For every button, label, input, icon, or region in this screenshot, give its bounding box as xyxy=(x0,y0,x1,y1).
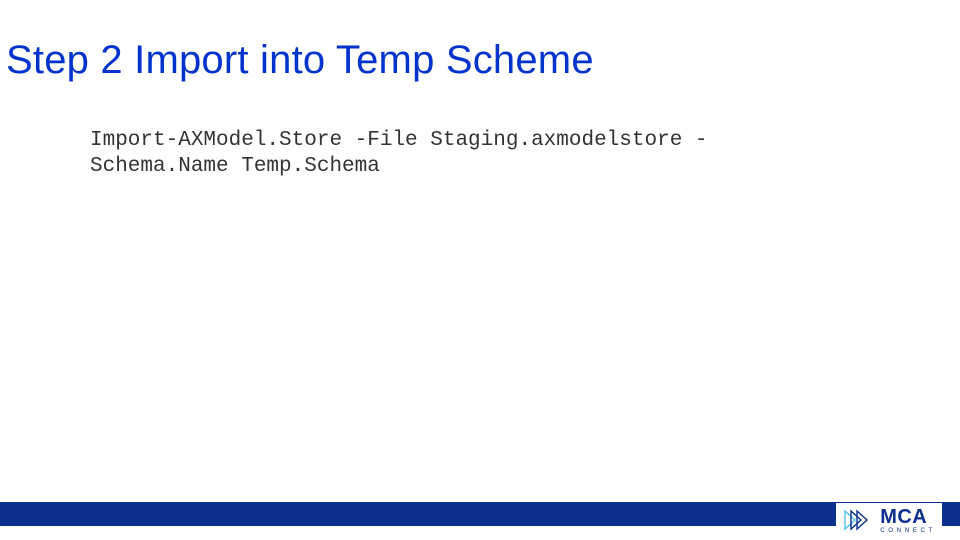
brand-logo: MCA CONNECT xyxy=(836,503,942,536)
brand-text: MCA CONNECT xyxy=(880,507,936,534)
code-text: Import-AXModel.Store -File Staging.axmod… xyxy=(90,128,900,181)
slide-title: Step 2 Import into Temp Scheme xyxy=(6,38,594,83)
play-icon xyxy=(844,508,870,532)
footer-bar xyxy=(0,502,960,526)
brand-big: MCA xyxy=(880,507,936,527)
slide: Step 2 Import into Temp Scheme Import-AX… xyxy=(0,0,960,540)
brand-small: CONNECT xyxy=(880,528,936,534)
